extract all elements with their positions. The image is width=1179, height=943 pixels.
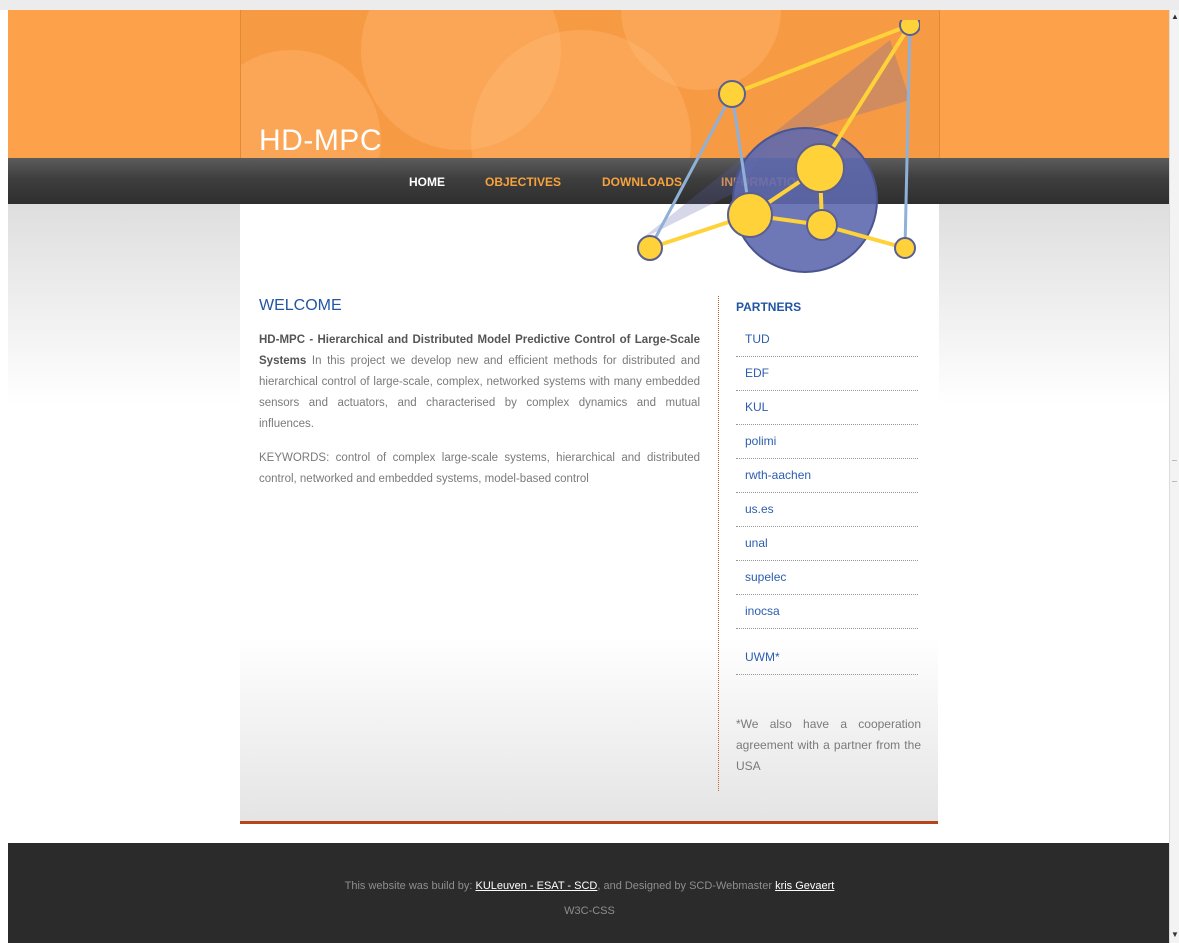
- partner-link[interactable]: UWM*: [745, 650, 780, 664]
- partner-link[interactable]: supelec: [745, 570, 786, 584]
- nav-objectives[interactable]: OBJECTIVES: [485, 175, 561, 189]
- nav-bar: [8, 158, 1169, 204]
- designer-link[interactable]: kris Gevaert: [775, 880, 834, 892]
- partner-link[interactable]: EDF: [745, 366, 769, 380]
- scroll-grip-icon[interactable]: [1172, 460, 1177, 482]
- builder-link[interactable]: KULeuven - ESAT - SCD: [475, 880, 597, 892]
- intro-text: In this project we develop new and effic…: [259, 355, 700, 430]
- partner-item[interactable]: KUL: [736, 391, 918, 425]
- partner-item[interactable]: inocsa: [736, 595, 918, 629]
- partner-item-uwm[interactable]: UWM*: [736, 641, 918, 675]
- partner-link[interactable]: inocsa: [745, 604, 780, 618]
- partners-heading: PARTNERS: [736, 300, 802, 314]
- network-molecule-logo: [637, 20, 920, 273]
- scroll-down-arrow-icon[interactable]: ▼: [1171, 930, 1179, 939]
- page: HD-MPC HOME OBJECTIVES DOWNLOADS INFORMA…: [0, 0, 1179, 943]
- column-divider: [718, 296, 719, 791]
- partner-link[interactable]: us.es: [745, 502, 774, 516]
- welcome-heading: WELCOME: [259, 297, 342, 314]
- footer-prefix: This website was build by:: [344, 880, 476, 892]
- site-title: HD-MPC: [259, 124, 382, 157]
- partner-item[interactable]: polimi: [736, 425, 918, 459]
- partner-link[interactable]: polimi: [745, 434, 776, 448]
- nav-home[interactable]: HOME: [409, 175, 445, 189]
- partner-link[interactable]: rwth-aachen: [745, 468, 811, 482]
- partner-link[interactable]: TUD: [745, 332, 770, 346]
- partner-item[interactable]: unal: [736, 527, 918, 561]
- keywords-paragraph: KEYWORDS: control of complex large-scale…: [259, 452, 700, 485]
- right-gradient: [939, 204, 1171, 404]
- partner-item[interactable]: rwth-aachen: [736, 459, 918, 493]
- footer: [8, 843, 1169, 943]
- cooperation-note: *We also have a cooperation agreement wi…: [736, 717, 921, 773]
- footer-middle: , and Designed by SCD-Webmaster: [597, 880, 776, 892]
- footer-credits: This website was build by: KULeuven - ES…: [0, 880, 1179, 892]
- partner-item[interactable]: EDF: [736, 357, 918, 391]
- scroll-up-arrow-icon[interactable]: ▲: [1171, 12, 1179, 21]
- browser-top-bar: [0, 0, 1179, 10]
- intro-paragraph: HD-MPC - Hierarchical and Distributed Mo…: [259, 330, 700, 435]
- partner-link[interactable]: KUL: [745, 400, 768, 414]
- partner-item[interactable]: supelec: [736, 561, 918, 595]
- left-gradient: [8, 204, 240, 404]
- content-bottom-border: [240, 821, 938, 824]
- w3c-css-link[interactable]: W3C-CSS: [0, 905, 1179, 917]
- partner-item[interactable]: us.es: [736, 493, 918, 527]
- partner-link[interactable]: unal: [745, 536, 768, 550]
- partner-item[interactable]: TUD: [736, 323, 918, 357]
